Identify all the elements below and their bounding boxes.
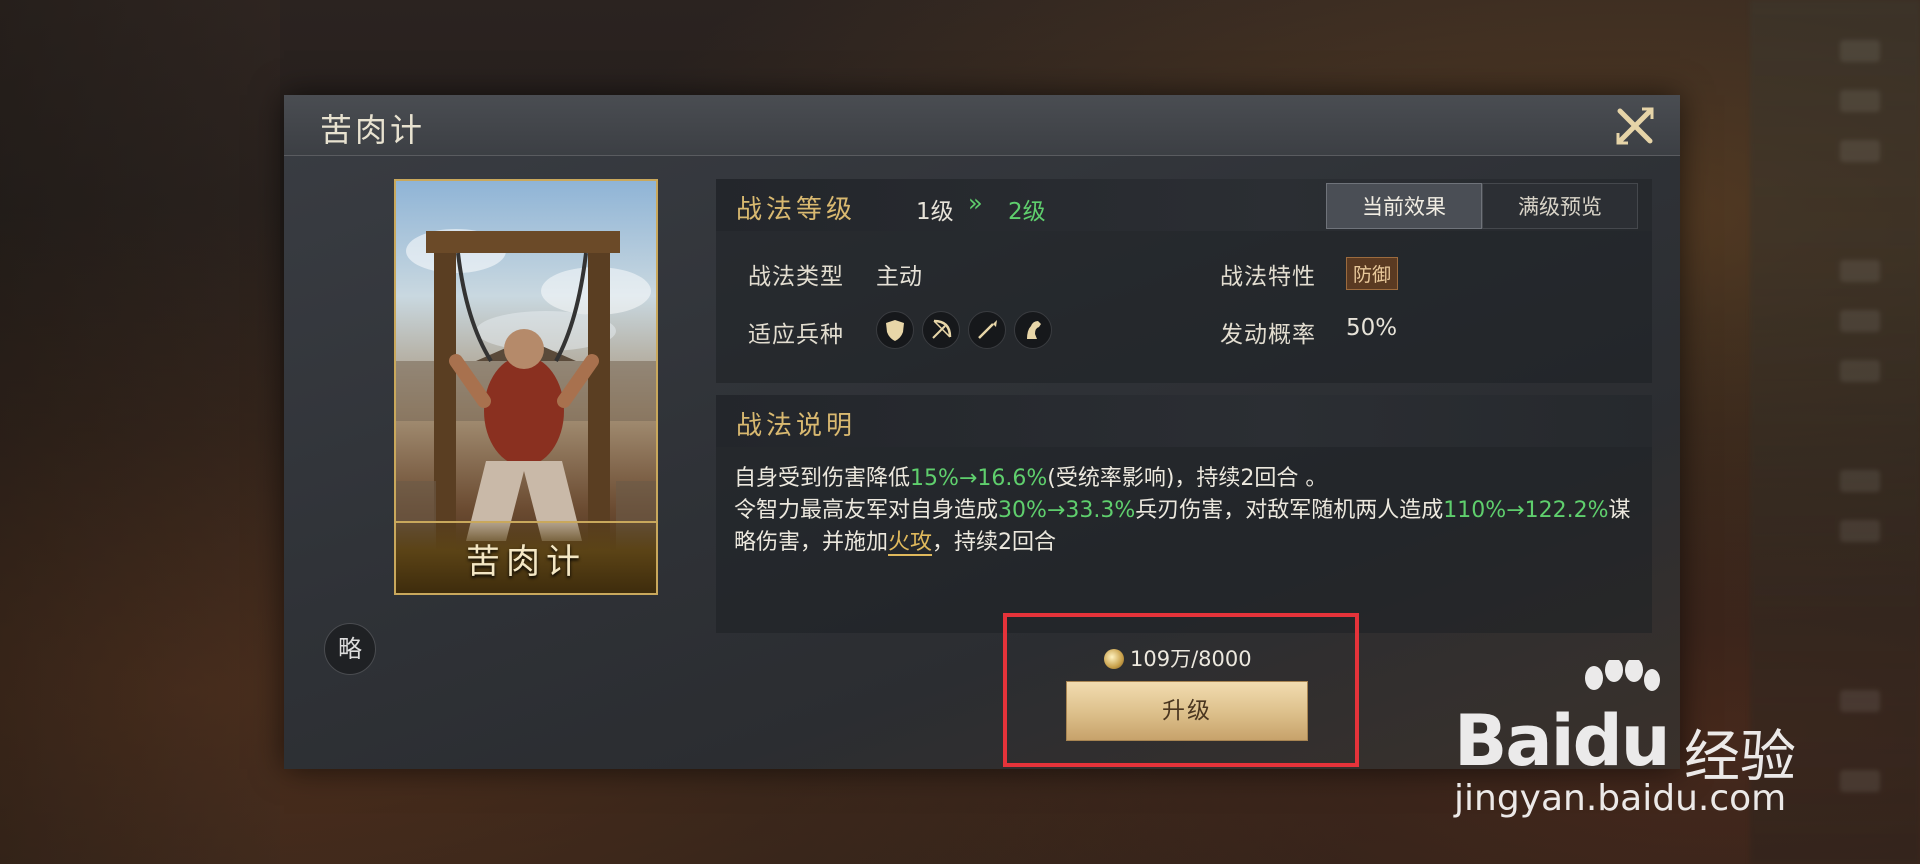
spear-icon bbox=[968, 311, 1006, 349]
baidu-watermark: Baidu 经验 jingyan.baidu.com bbox=[1454, 660, 1824, 820]
brand-part: du bbox=[1572, 700, 1671, 782]
current-level: 1级 bbox=[916, 199, 954, 225]
fire-attack-link[interactable]: 火攻 bbox=[888, 530, 932, 555]
card-name: 苦肉计 bbox=[466, 542, 586, 582]
skill-type-value: 主动 bbox=[876, 264, 922, 290]
background-left bbox=[0, 0, 280, 864]
tab-current-effect[interactable]: 当前效果 bbox=[1326, 183, 1482, 229]
troop-type-label: 适应兵种 bbox=[748, 322, 844, 348]
skill-info-section: 战法等级 1级 » 2级 当前效果 满级预览 战法类型 主动 战法特性 防御 适… bbox=[716, 179, 1652, 383]
desc-text-part: ，持续2回合 bbox=[932, 530, 1057, 555]
level-arrow-icon: » bbox=[968, 189, 983, 217]
brand-part: Bai bbox=[1454, 700, 1575, 782]
tab-max-level-preview[interactable]: 满级预览 bbox=[1482, 183, 1638, 229]
desc-value-change: 110%→122.2% bbox=[1443, 498, 1609, 523]
desc-text-part: (受统率影响)，持续2回合 。 bbox=[1047, 466, 1328, 491]
description-text: 自身受到伤害降低15%→16.6%(受统率影响)，持续2回合 。令智力最高友军对… bbox=[734, 463, 1639, 559]
level-label: 战法等级 bbox=[736, 195, 857, 225]
next-level: 2级 bbox=[1008, 199, 1046, 225]
skill-description-section: 战法说明 自身受到伤害降低15%→16.6%(受统率影响)，持续2回合 。令智力… bbox=[716, 395, 1652, 633]
description-title: 战法说明 bbox=[736, 411, 857, 441]
desc-text-part: 自身受到伤害降低 bbox=[734, 466, 911, 491]
trigger-rate-value: 50% bbox=[1346, 315, 1398, 341]
bow-icon bbox=[922, 311, 960, 349]
desc-text-part: 兵刃伤害，对敌军随机两人造成 bbox=[1135, 498, 1444, 523]
desc-value-change: 30%→33.3% bbox=[998, 498, 1136, 523]
dialog-title: 苦肉计 bbox=[320, 111, 426, 149]
shield-icon bbox=[876, 311, 914, 349]
dialog-header: 苦肉计 bbox=[284, 95, 1680, 156]
desc-text-part: 令智力最高友军对自身造成 bbox=[734, 498, 999, 523]
watermark-brand: Baidu bbox=[1454, 700, 1671, 782]
skill-trait-tag: 防御 bbox=[1346, 257, 1399, 290]
skill-card: 苦肉计 bbox=[394, 179, 658, 595]
description-header: 战法说明 bbox=[716, 395, 1652, 447]
horse-icon bbox=[1014, 311, 1052, 349]
watermark-url: jingyan.baidu.com bbox=[1454, 778, 1787, 819]
close-icon bbox=[1616, 107, 1654, 145]
strategy-badge[interactable]: 略 bbox=[324, 623, 376, 675]
skill-level-header: 战法等级 1级 » 2级 当前效果 满级预览 bbox=[716, 179, 1652, 231]
skill-trait-label: 战法特性 bbox=[1220, 264, 1316, 290]
close-button[interactable] bbox=[1612, 103, 1658, 149]
highlight-box bbox=[1003, 613, 1359, 767]
skill-type-label: 战法类型 bbox=[748, 264, 844, 290]
trigger-rate-label: 发动概率 bbox=[1220, 322, 1316, 348]
desc-value-change: 15%→16.6% bbox=[910, 466, 1048, 491]
